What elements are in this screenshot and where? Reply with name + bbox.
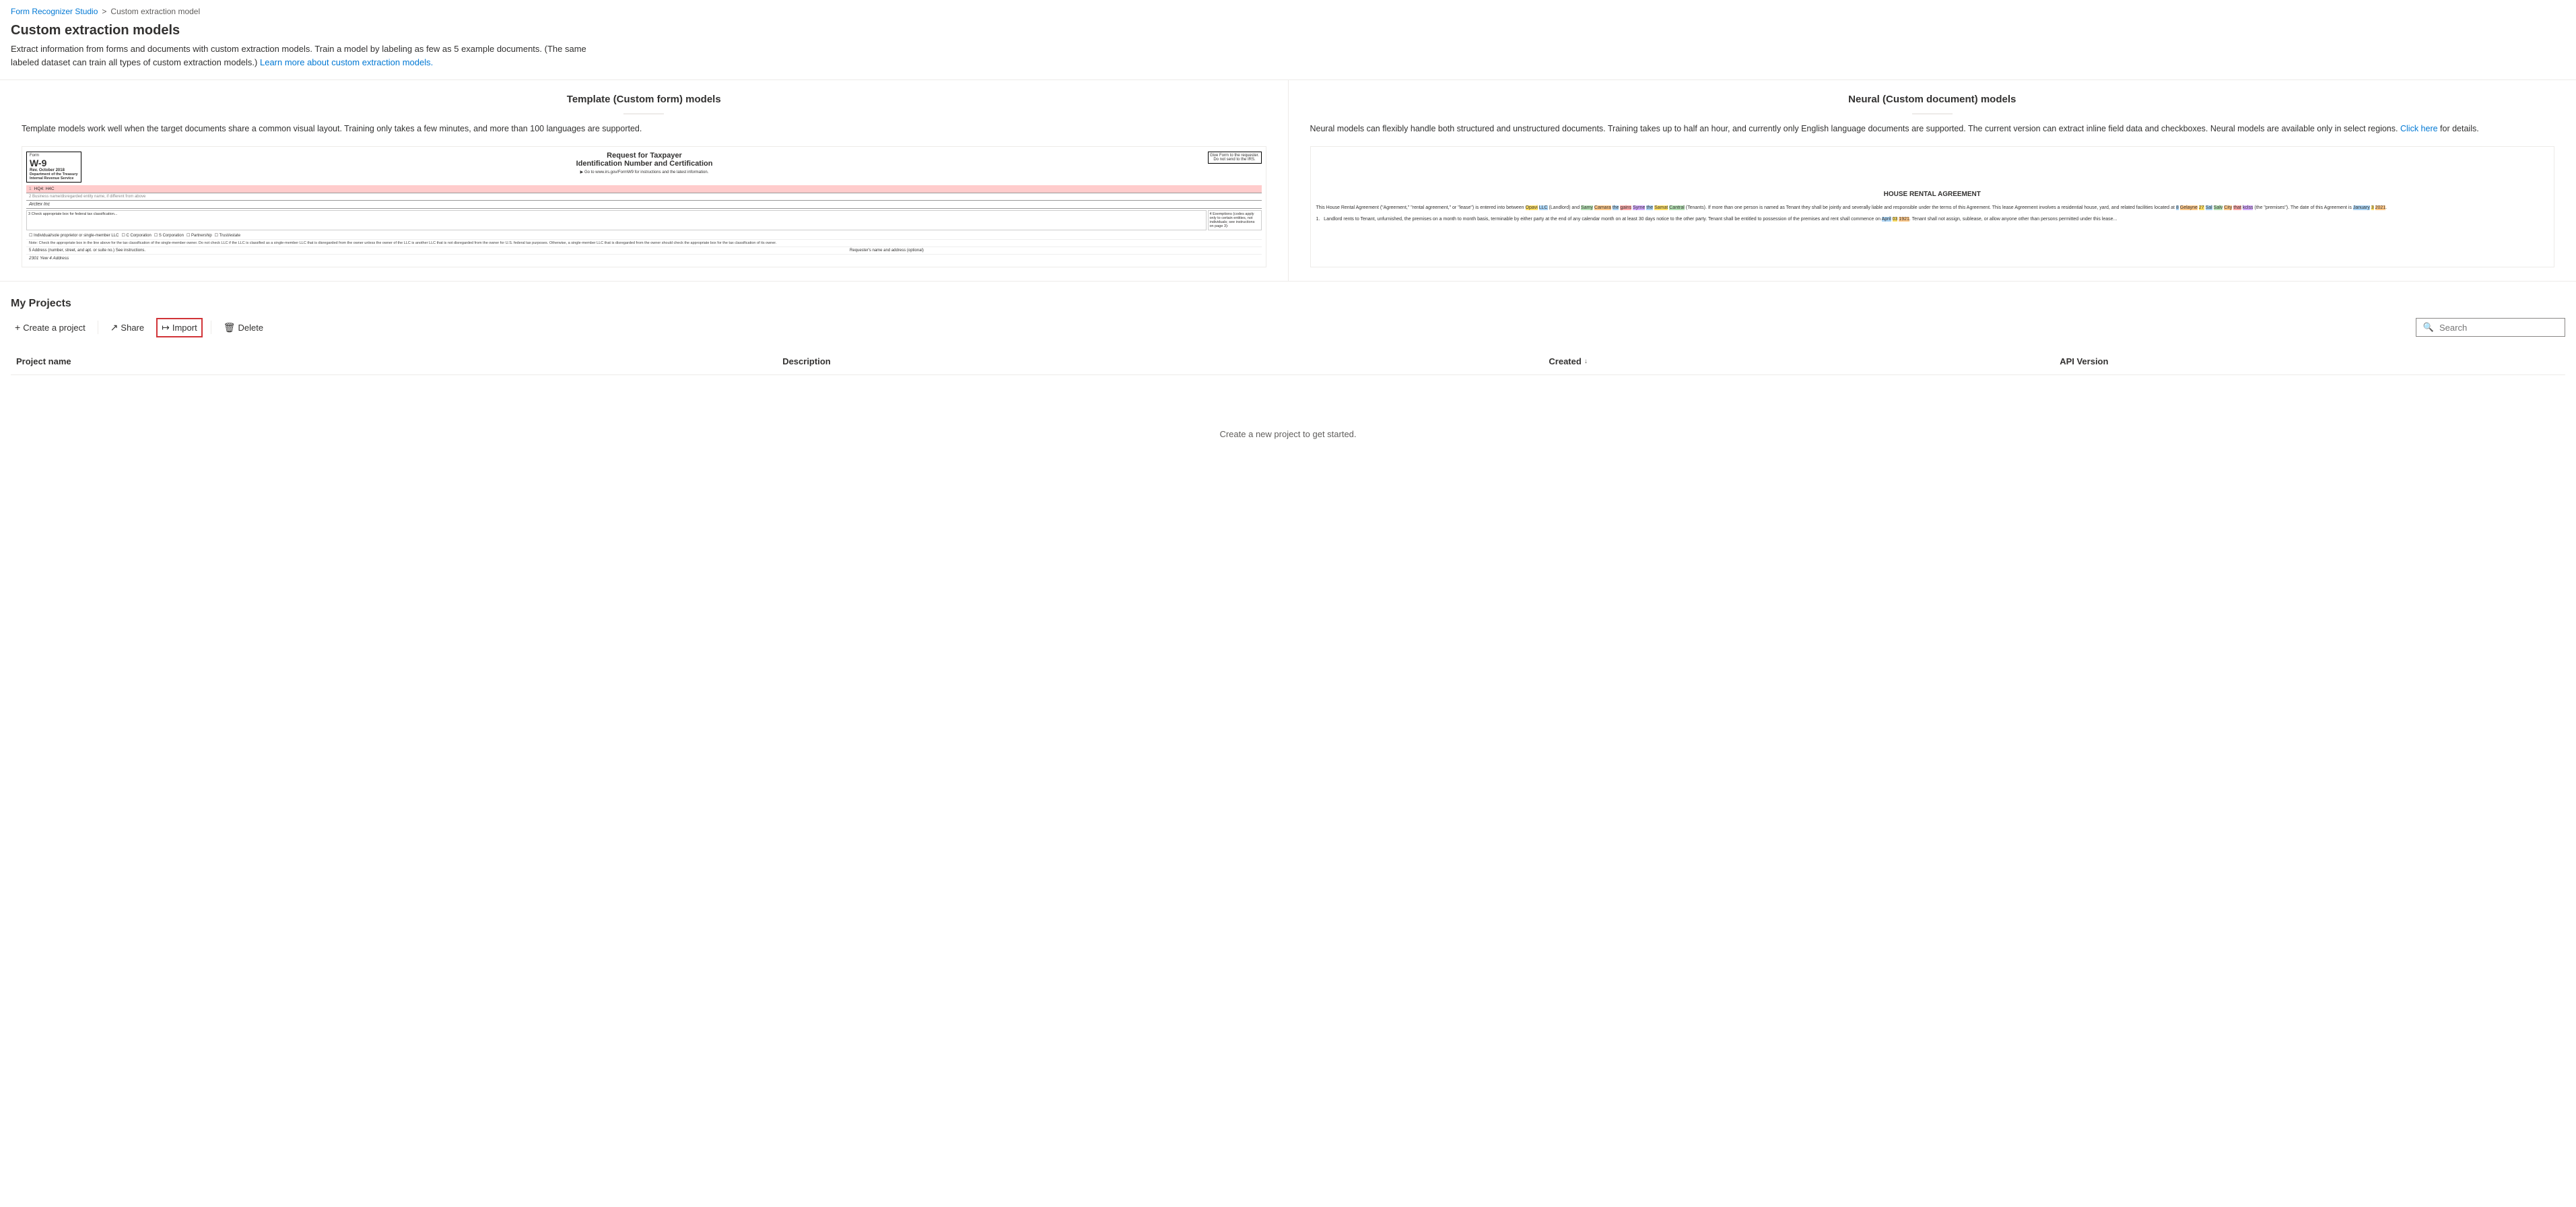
breadcrumb-home[interactable]: Form Recognizer Studio xyxy=(11,7,98,16)
w9-form-number: Form W-9 Rev. October 2018 Department of… xyxy=(26,152,81,183)
w9-form-title: Request for Taxpayer Identification Numb… xyxy=(84,152,1205,174)
search-icon: 🔍 xyxy=(2423,322,2434,333)
col-header-description: Description xyxy=(777,354,1543,369)
breadcrumb-current: Custom extraction model xyxy=(110,7,200,16)
w9-address-row: 5 Address (number, street, and apt. or s… xyxy=(26,247,1262,255)
neural-title-divider xyxy=(1912,113,1953,115)
click-here-link[interactable]: Click here xyxy=(2400,124,2438,133)
share-button[interactable]: ↗ Share xyxy=(106,319,148,336)
projects-title: My Projects xyxy=(11,298,2565,310)
create-project-button[interactable]: + Create a project xyxy=(11,319,90,335)
breadcrumb-separator: > xyxy=(102,7,106,16)
w9-field1: 1HQ4: H4C xyxy=(26,185,1262,193)
neural-model-col: Neural (Custom document) models Neural m… xyxy=(1289,80,2576,281)
rental-doc-para2: 1. Landlord rents to Tenant, unfurnished… xyxy=(1316,216,2549,224)
plus-icon: + xyxy=(15,322,20,333)
projects-toolbar: + Create a project ↗ Share ↦ Import 🗑 De… xyxy=(11,318,2565,337)
template-title-divider xyxy=(623,113,664,115)
import-icon: ↦ xyxy=(162,322,170,333)
w9-field2-value: Arctex Inc xyxy=(26,201,1262,209)
w9-form: Form W-9 Rev. October 2018 Department of… xyxy=(22,148,1266,266)
template-model-col: Template (Custom form) models Template m… xyxy=(0,80,1289,281)
search-input[interactable] xyxy=(2439,323,2558,333)
neural-model-desc: Neural models can flexibly handle both s… xyxy=(1310,123,2555,135)
rental-doc-title: HOUSE RENTAL AGREEMENT xyxy=(1316,190,2549,199)
learn-more-link[interactable]: Learn more about custom extraction model… xyxy=(260,57,433,67)
page-title: Custom extraction models xyxy=(0,20,2576,42)
neural-model-title: Neural (Custom document) models xyxy=(1310,94,2555,105)
sort-icon-created: ↓ xyxy=(1584,358,1588,365)
delete-icon: 🗑 xyxy=(224,322,236,333)
share-icon: ↗ xyxy=(110,322,118,333)
projects-section: My Projects + Create a project ↗ Share ↦… xyxy=(0,298,2576,493)
w9-field2-label: 2 Business name/disregarded entity name,… xyxy=(26,193,1262,201)
rental-doc: HOUSE RENTAL AGREEMENT This House Rental… xyxy=(1311,185,2554,228)
w9-address-value-row: 2301 Yew 4 Address xyxy=(26,255,1262,262)
empty-state: Create a new project to get started. xyxy=(11,375,2565,493)
col-header-api-version: API Version xyxy=(2054,354,2565,369)
delete-button[interactable]: 🗑 Delete xyxy=(219,319,267,336)
w9-give-form: Give Form to the requester. Do not send … xyxy=(1208,152,1262,164)
models-section: Template (Custom form) models Template m… xyxy=(0,79,2576,282)
search-box: 🔍 xyxy=(2416,318,2565,337)
template-model-preview: Form W-9 Rev. October 2018 Department of… xyxy=(22,146,1266,267)
table-header: Project name Description Created ↓ API V… xyxy=(11,348,2565,375)
col-header-project-name: Project name xyxy=(11,354,777,369)
page-description: Extract information from forms and docum… xyxy=(0,42,606,79)
breadcrumb: Form Recognizer Studio > Custom extracti… xyxy=(0,0,2576,20)
rental-doc-body: This House Rental Agreement ("Agreement,… xyxy=(1316,205,2549,212)
w9-note: Note: Check the appropriate box in the l… xyxy=(26,240,1262,247)
w9-checkboxes-row: 3 Check appropriate box for federal tax … xyxy=(26,210,1262,230)
neural-model-preview: HOUSE RENTAL AGREEMENT This House Rental… xyxy=(1310,146,2555,267)
template-model-title: Template (Custom form) models xyxy=(22,94,1266,105)
col-header-created[interactable]: Created ↓ xyxy=(1543,354,2054,369)
import-button[interactable]: ↦ Import xyxy=(156,318,203,337)
w9-checkbox-options: ☐ Individual/sole proprietor or single-m… xyxy=(26,232,1262,240)
template-model-desc: Template models work well when the targe… xyxy=(22,123,1266,135)
